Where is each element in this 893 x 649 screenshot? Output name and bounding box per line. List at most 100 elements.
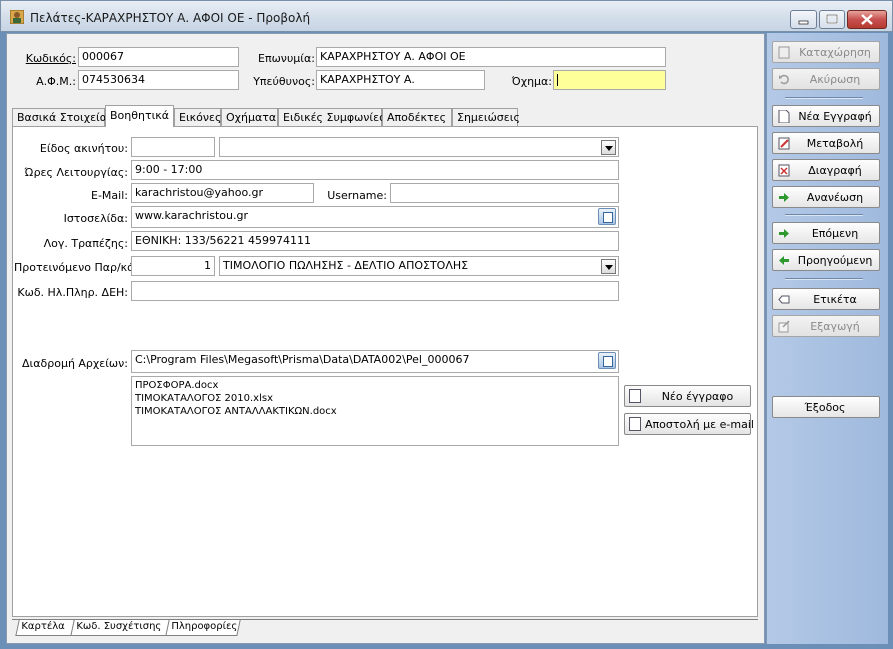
suggested-doc-value: ΤΙΜΟΛΟΓΙΟ ΠΩΛΗΣΗΣ - ΔΕΛΤΙΟ ΑΠΟΣΤΟΛΗΣ bbox=[223, 259, 469, 272]
company-name-field[interactable]: ΚΑΡΑΧΡΗΣΤΟΥ Α. ΑΦΟΙ ΟΕ bbox=[316, 47, 666, 67]
delete-button-label: Διαγραφή bbox=[808, 164, 862, 177]
bottom-tab-correlation-codes[interactable]: Κωδ. Συσχέτισης bbox=[70, 620, 170, 636]
new-record-button-label: Νέα Εγγραφή bbox=[798, 110, 872, 123]
bottom-tab-info-label: Πληροφορίες bbox=[171, 621, 238, 632]
email-label: E-Mail: bbox=[91, 189, 128, 202]
export-button[interactable]: Εξαγωγή bbox=[772, 315, 880, 337]
property-type-select[interactable] bbox=[219, 137, 619, 157]
hours-field[interactable]: 9:00 - 17:00 bbox=[131, 160, 619, 180]
username-field[interactable] bbox=[390, 183, 619, 203]
email-field[interactable]: karachristou@yahoo.gr bbox=[131, 183, 314, 203]
responsible-label: Υπεύθυνος: bbox=[253, 75, 315, 88]
label-button-label: Ετικέτα bbox=[813, 293, 857, 306]
suggested-doc-select[interactable]: ΤΙΜΟΛΟΓΙΟ ΠΩΛΗΣΗΣ - ΔΕΛΤΙΟ ΑΠΟΣΤΟΛΗΣ bbox=[219, 256, 619, 276]
minimize-button[interactable] bbox=[790, 10, 817, 29]
bank-account-field[interactable]: ΕΘΝΙΚΗ: 133/56221 459974111 bbox=[131, 231, 619, 251]
save-button[interactable]: Καταχώρηση bbox=[772, 41, 880, 63]
arrow-right-icon bbox=[779, 229, 789, 238]
tab-recipients[interactable]: Αποδέκτες bbox=[382, 108, 452, 126]
name-label: Επωνυμία: bbox=[258, 52, 315, 65]
undo-icon bbox=[779, 74, 789, 85]
close-button[interactable] bbox=[847, 10, 887, 29]
browse-folder-icon[interactable] bbox=[598, 352, 616, 369]
separator bbox=[785, 97, 863, 99]
modify-button[interactable]: Μεταβολή bbox=[772, 132, 880, 154]
arrow-left-icon bbox=[779, 256, 789, 265]
separator bbox=[785, 278, 863, 280]
bottom-tab-card[interactable]: Καρτέλα bbox=[15, 620, 75, 636]
export-icon bbox=[778, 320, 790, 333]
maximize-button[interactable] bbox=[819, 10, 845, 29]
bottom-tab-card-label: Καρτέλα bbox=[21, 621, 65, 632]
chevron-down-icon[interactable] bbox=[601, 259, 616, 274]
window-title: Πελάτες-ΚΑΡΑΧΡΗΣΤΟΥ Α. ΑΦΟΙ ΟΕ - Προβολή bbox=[30, 11, 311, 25]
tag-icon bbox=[778, 295, 790, 304]
save-icon bbox=[778, 46, 790, 59]
customer-app-icon bbox=[10, 10, 24, 24]
website-value: www.karachristou.gr bbox=[135, 209, 249, 222]
delete-button[interactable]: Διαγραφή bbox=[772, 159, 880, 181]
modify-button-label: Μεταβολή bbox=[806, 137, 864, 150]
export-button-label: Εξαγωγή bbox=[810, 320, 860, 333]
new-document-button[interactable]: Νέο έγγραφο bbox=[624, 385, 751, 407]
files-path-field[interactable]: C:\Program Files\Megasoft\Prisma\Data\DA… bbox=[131, 350, 619, 373]
chevron-down-icon[interactable] bbox=[601, 140, 616, 155]
actions-panel: Καταχώρηση Ακύρωση Νέα Εγγραφή Μεταβολή … bbox=[766, 33, 888, 644]
files-list[interactable]: ΠΡΟΣΦΟΡΑ.docx ΤΙΜΟΚΑΤΑΛΟΓΟΣ 2010.xlsx ΤΙ… bbox=[131, 376, 619, 446]
next-button[interactable]: Επόμενη bbox=[772, 222, 880, 244]
send-email-button[interactable]: Αποστολή με e-mail bbox=[624, 413, 754, 435]
vehicle-field[interactable] bbox=[553, 70, 666, 90]
hours-label: Ώρες Λειτουργίας: bbox=[24, 166, 128, 179]
next-button-label: Επόμενη bbox=[811, 227, 859, 240]
previous-button-label: Προηγούμενη bbox=[797, 254, 873, 267]
dei-code-field[interactable] bbox=[131, 281, 619, 301]
refresh-button-label: Ανανέωση bbox=[806, 191, 864, 204]
new-document-button-label: Νέο έγγραφο bbox=[661, 390, 734, 403]
edit-icon bbox=[778, 137, 790, 150]
afm-field[interactable]: 074530634 bbox=[78, 70, 239, 90]
send-email-button-label: Αποστολή με e-mail bbox=[645, 418, 754, 431]
bottom-tab-info[interactable]: Πληροφορίες bbox=[165, 620, 241, 636]
document-icon bbox=[629, 389, 641, 403]
exit-button[interactable]: Έξοδος bbox=[772, 396, 880, 418]
tab-special-agreements[interactable]: Ειδικές Συμφωνίες bbox=[278, 108, 386, 126]
vehicle-label: Όχημα: bbox=[511, 75, 552, 88]
previous-button[interactable]: Προηγούμενη bbox=[772, 249, 880, 271]
arrow-right-icon bbox=[779, 193, 789, 202]
username-label: Username: bbox=[327, 189, 387, 202]
maximize-icon bbox=[826, 14, 838, 24]
delete-icon bbox=[778, 164, 790, 177]
bottom-tab-correlation-label: Κωδ. Συσχέτισης bbox=[76, 621, 162, 632]
save-button-label: Καταχώρηση bbox=[799, 46, 871, 59]
open-website-icon[interactable] bbox=[598, 208, 616, 225]
tab-images[interactable]: Εικόνες bbox=[174, 108, 221, 126]
application-window: Πελάτες-ΚΑΡΑΧΡΗΣΤΟΥ Α. ΑΦΟΙ ΟΕ - Προβολή… bbox=[0, 0, 893, 649]
property-type-label: Είδος ακινήτου: bbox=[39, 142, 128, 155]
new-record-button[interactable]: Νέα Εγγραφή bbox=[772, 105, 880, 127]
cancel-button[interactable]: Ακύρωση bbox=[772, 68, 880, 90]
code-label: Κωδικός: bbox=[25, 52, 76, 65]
responsible-field[interactable]: ΚΑΡΑΧΡΗΣΤΟΥ Α. bbox=[316, 70, 485, 90]
afm-label: Α.Φ.Μ.: bbox=[36, 75, 76, 88]
title-bar: Πελάτες-ΚΑΡΑΧΡΗΣΤΟΥ Α. ΑΦΟΙ ΟΕ - Προβολή bbox=[0, 0, 893, 32]
website-field[interactable]: www.karachristou.gr bbox=[131, 206, 619, 228]
tab-basic-info[interactable]: Βασικά Στοιχεία bbox=[12, 108, 107, 126]
list-item[interactable]: ΤΙΜΟΚΑΤΑΛΟΓΟΣ 2010.xlsx bbox=[135, 392, 615, 405]
suggested-doc-number-field[interactable]: 1 bbox=[131, 256, 215, 276]
text-cursor bbox=[557, 74, 558, 86]
refresh-button[interactable]: Ανανέωση bbox=[772, 186, 880, 208]
code-field[interactable]: 000067 bbox=[78, 47, 239, 67]
new-document-icon bbox=[778, 110, 790, 123]
list-item[interactable]: ΤΙΜΟΚΑΤΑΛΟΓΟΣ ΑΝΤΑΛΛΑΚΤΙΚΩΝ.docx bbox=[135, 405, 615, 418]
minimize-icon bbox=[798, 20, 809, 25]
property-type-code-field[interactable] bbox=[131, 137, 215, 157]
separator bbox=[785, 214, 863, 216]
cancel-button-label: Ακύρωση bbox=[809, 73, 861, 86]
tab-auxiliary[interactable]: Βοηθητικά bbox=[105, 105, 174, 127]
label-button[interactable]: Ετικέτα bbox=[772, 288, 880, 310]
tab-vehicles[interactable]: Οχήματα bbox=[221, 108, 278, 126]
email-document-icon bbox=[629, 417, 641, 431]
tab-notes[interactable]: Σημειώσεις bbox=[452, 108, 520, 126]
dei-code-label: Κωδ. Ηλ.Πληρ. ΔΕΗ: bbox=[17, 286, 128, 299]
list-item[interactable]: ΠΡΟΣΦΟΡΑ.docx bbox=[135, 379, 615, 392]
